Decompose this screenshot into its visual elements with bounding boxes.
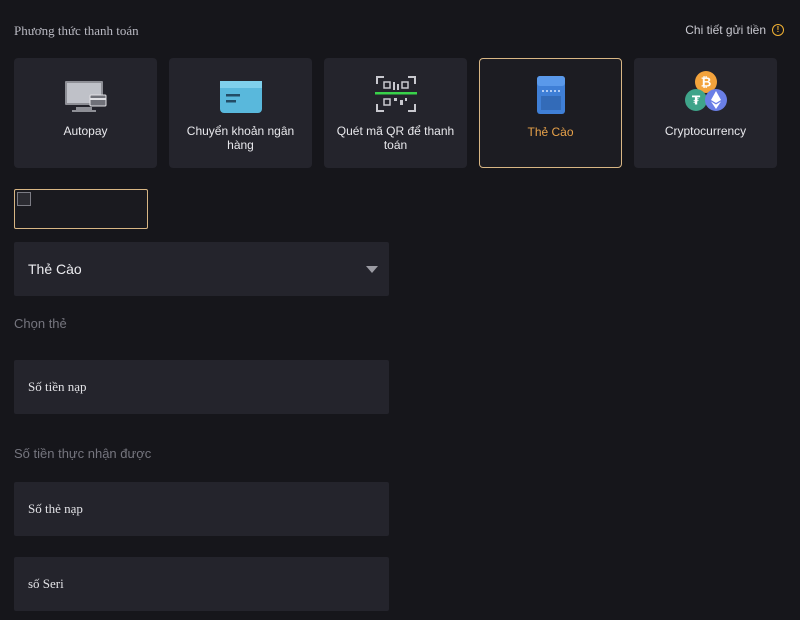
card-type-select[interactable]: Thẻ Cào (14, 242, 389, 296)
card-number-input[interactable]: Số thẻ nạp (14, 482, 389, 536)
crypto-coins-icon: ₿ ₮ (684, 71, 727, 111)
method-label: Thẻ Cào (527, 125, 574, 139)
choose-card-label: Chọn thẻ (14, 316, 67, 331)
chevron-down-icon (366, 266, 378, 273)
serial-placeholder: số Seri (28, 576, 64, 591)
deposit-details-label: Chi tiết gửi tiền (685, 23, 766, 37)
method-label: Cryptocurrency (664, 124, 747, 138)
method-qr-scan[interactable]: Quét mã QR để thanh toán (324, 58, 467, 168)
section-title: Phương thức thanh toán (14, 23, 139, 38)
amount-input[interactable]: Số tiền nạp (14, 360, 389, 414)
method-label: Chuyển khoản ngân hàng (186, 124, 295, 152)
method-cryptocurrency[interactable]: ₿ ₮ Cryptocurrency (634, 58, 777, 168)
monitor-card-icon (64, 81, 106, 112)
method-label: Quét mã QR để thanh toán (336, 124, 455, 152)
method-label: Autopay (63, 124, 108, 138)
bank-card-icon (219, 81, 262, 113)
broken-image-icon (17, 192, 31, 206)
svg-text:₮: ₮ (691, 94, 700, 108)
info-icon: ! (772, 24, 784, 36)
method-scratch-card[interactable]: Thẻ Cào (479, 58, 622, 168)
payment-methods: Autopay Chuyển khoản ngân hàng Quét mã Q… (14, 58, 777, 168)
received-amount-label: Số tiền thực nhận được (14, 446, 152, 461)
deposit-details-link[interactable]: Chi tiết gửi tiền ! (685, 23, 784, 37)
method-bank-transfer[interactable]: Chuyển khoản ngân hàng (169, 58, 312, 168)
qr-scan-icon (374, 76, 417, 112)
svg-text:₿: ₿ (700, 76, 711, 91)
card-number-placeholder: Số thẻ nạp (28, 501, 83, 516)
serial-input[interactable]: số Seri (14, 557, 389, 611)
broken-image-placeholder (14, 189, 148, 229)
card-type-selected-value: Thẻ Cào (28, 261, 82, 277)
scratch-card-icon (536, 76, 565, 114)
method-autopay[interactable]: Autopay (14, 58, 157, 168)
amount-input-placeholder: Số tiền nạp (28, 379, 87, 394)
